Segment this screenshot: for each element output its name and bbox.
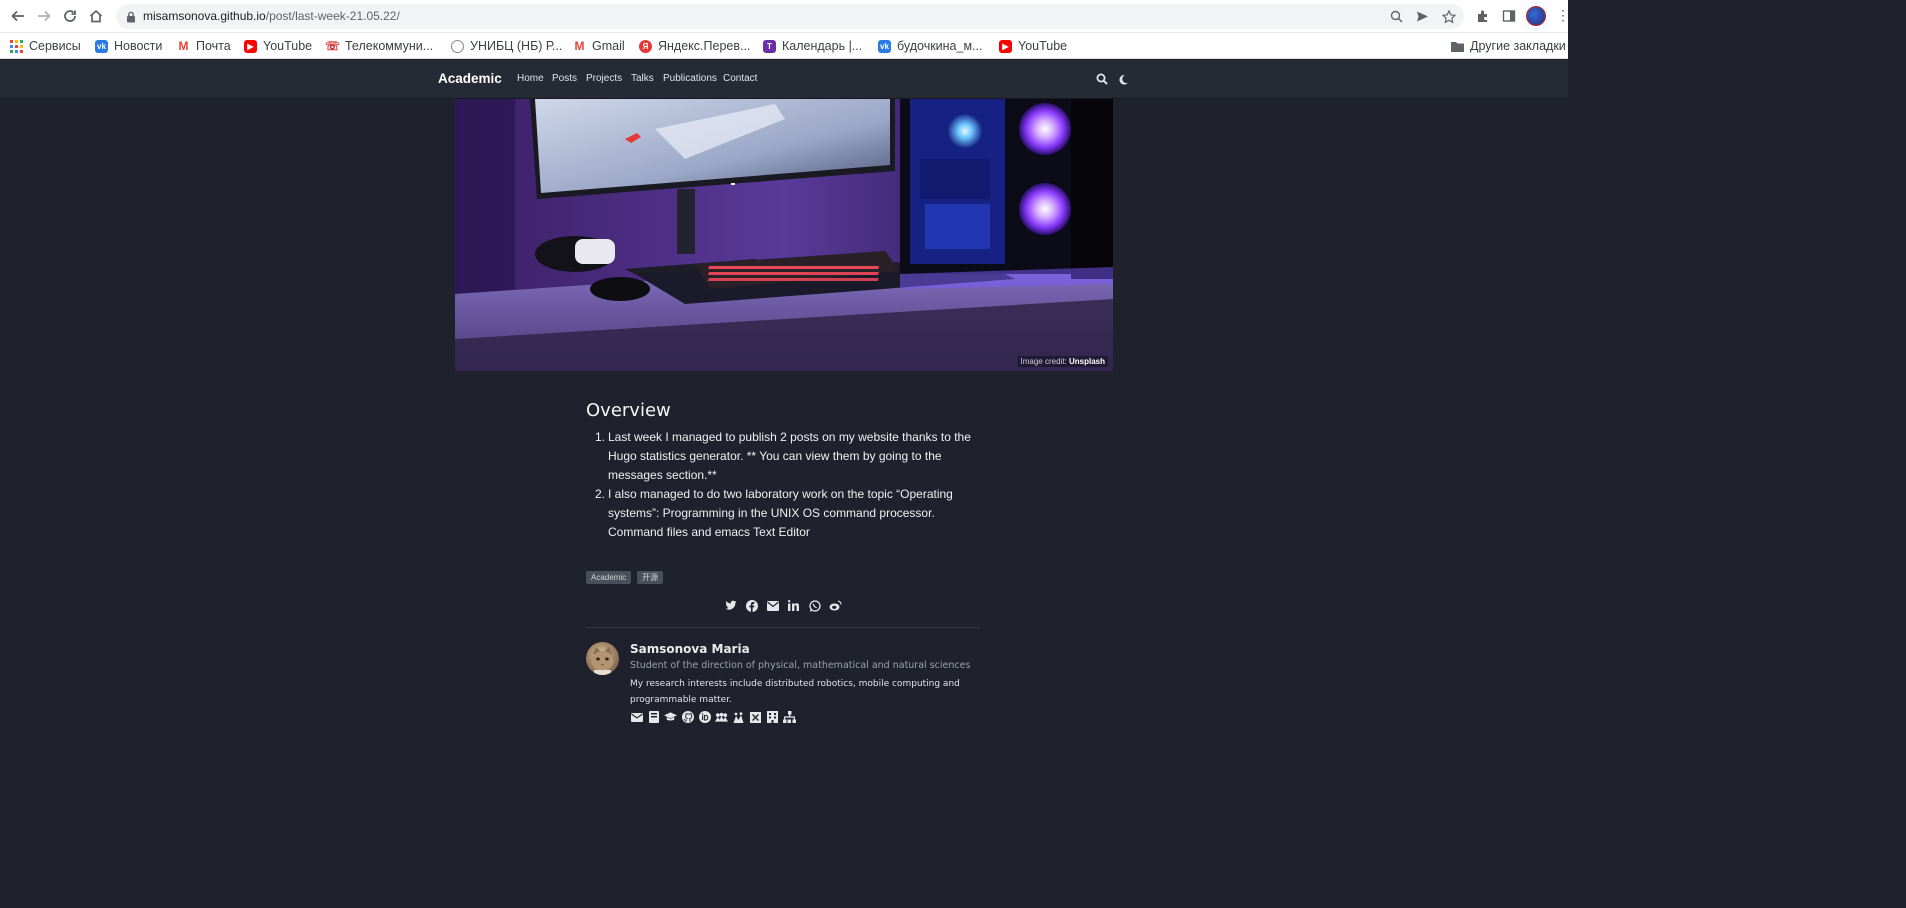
facebook-icon[interactable] <box>745 599 758 612</box>
graduation-cap-icon[interactable] <box>664 711 677 723</box>
bookmark-services[interactable]: Сервисы <box>10 37 81 55</box>
image-credit-link[interactable]: Unsplash <box>1069 357 1105 366</box>
address-bar[interactable]: misamsonova.github.io/post/last-week-21.… <box>116 4 1464 29</box>
share-buttons <box>724 599 842 612</box>
telecom-icon: ☏ <box>325 39 341 53</box>
apps-icon <box>10 39 23 53</box>
nav-publications[interactable]: Publications <box>663 73 717 84</box>
author-name[interactable]: Samsonova Maria <box>630 642 750 656</box>
section-heading: Overview <box>586 400 671 421</box>
forward-icon[interactable] <box>34 6 54 26</box>
book-icon[interactable] <box>647 711 660 723</box>
youtube-icon: ▶ <box>999 39 1012 53</box>
site-brand[interactable]: Academic <box>438 71 502 86</box>
gmail-icon: M <box>574 39 585 53</box>
other-bookmarks[interactable]: Другие закладки <box>1451 37 1566 55</box>
list-item: 2. I also managed to do two laboratory w… <box>595 487 953 539</box>
article-tags: Academic 开源 <box>586 571 664 584</box>
vk-icon: vk <box>95 39 108 53</box>
building-icon[interactable] <box>766 711 779 723</box>
nav-posts[interactable]: Posts <box>552 73 577 84</box>
nav-projects[interactable]: Projects <box>586 73 622 84</box>
bookmark-star-icon[interactable] <box>1440 8 1457 25</box>
bookmark-library[interactable]: УНИБЦ (НБ) Р... <box>451 37 562 55</box>
author-role: Student of the direction of physical, ma… <box>630 660 971 671</box>
zoom-icon[interactable] <box>1388 8 1405 25</box>
list-item: 1. Last week I managed to publish 2 post… <box>595 430 971 482</box>
bookmarks-bar: Сервисы vk Новости M Почта ▶ YouTube ☏ Телек… <box>0 33 1568 59</box>
url-text: misamsonova.github.io/post/last-week-21.… <box>143 9 400 23</box>
reload-icon[interactable] <box>60 6 80 26</box>
side-panel-icon[interactable] <box>1500 7 1518 25</box>
youtube-icon: ▶ <box>244 39 257 53</box>
author-social-links <box>630 711 796 723</box>
network-icon[interactable] <box>783 711 796 723</box>
site-navbar: Academic Home Posts Projects Talks Publi… <box>0 60 1568 99</box>
profile-avatar[interactable] <box>1526 6 1546 26</box>
calendar-icon: T <box>763 39 776 53</box>
linkedin-icon[interactable] <box>787 599 800 612</box>
orcid-icon[interactable] <box>698 711 711 723</box>
nav-contact[interactable]: Contact <box>723 73 757 84</box>
author-bio: My research interests include distribute… <box>630 679 960 705</box>
scholar-icon[interactable] <box>732 711 745 723</box>
overview-list: 1. Last week I managed to publish 2 post… <box>595 428 987 542</box>
whatsapp-icon[interactable] <box>808 599 821 612</box>
featured-image: Image credit: Unsplash <box>455 99 1113 371</box>
extensions-icon[interactable] <box>1474 7 1492 25</box>
divider <box>586 627 980 628</box>
library-icon <box>451 39 464 53</box>
bookmark-telecom[interactable]: ☏ Телекоммуни... <box>325 37 433 55</box>
bookmark-youtube[interactable]: ▶ YouTube <box>244 37 312 55</box>
bookmark-youtube-2[interactable]: ▶ YouTube <box>999 37 1067 55</box>
author-avatar[interactable] <box>586 642 619 675</box>
home-icon[interactable] <box>86 6 106 26</box>
bookmark-vk-profile[interactable]: vk будочкина_м... <box>878 37 982 55</box>
back-icon[interactable] <box>8 6 28 26</box>
twitter-icon[interactable] <box>724 599 737 612</box>
tag-academic[interactable]: Academic <box>586 571 632 584</box>
dark-mode-toggle-icon[interactable] <box>1118 72 1130 85</box>
bookmark-yandex-translate[interactable]: Я Яндекс.Перев... <box>639 37 750 55</box>
search-icon[interactable] <box>1096 72 1110 86</box>
github-icon[interactable] <box>681 711 694 723</box>
mail-icon: M <box>178 39 189 53</box>
browser-toolbar: misamsonova.github.io/post/last-week-21.… <box>0 0 1570 33</box>
bookmark-news[interactable]: vk Новости <box>95 37 162 55</box>
nav-home[interactable]: Home <box>517 73 544 84</box>
bookmark-mail[interactable]: M Почта <box>177 37 231 55</box>
bookmark-calendar[interactable]: T Календарь |... <box>763 37 862 55</box>
tag-open-source[interactable]: 开源 <box>637 571 664 584</box>
weibo-icon[interactable] <box>829 599 842 612</box>
image-credit: Image credit: Unsplash <box>1017 356 1108 367</box>
bookmark-gmail[interactable]: M Gmail <box>573 37 625 55</box>
nav-talks[interactable]: Talks <box>631 73 654 84</box>
email-icon[interactable] <box>766 599 779 612</box>
researchgate-icon[interactable] <box>715 711 728 723</box>
folder-icon <box>1451 40 1464 53</box>
gaming-setup-illustration <box>455 99 1113 371</box>
yandex-icon: Я <box>639 39 652 53</box>
menu-icon[interactable]: ⋮ <box>1556 7 1570 24</box>
lock-icon <box>126 10 136 28</box>
vk-icon: vk <box>878 39 891 53</box>
send-icon[interactable] <box>1414 8 1431 25</box>
arxiv-icon[interactable] <box>749 711 762 723</box>
envelope-icon[interactable] <box>630 711 643 723</box>
